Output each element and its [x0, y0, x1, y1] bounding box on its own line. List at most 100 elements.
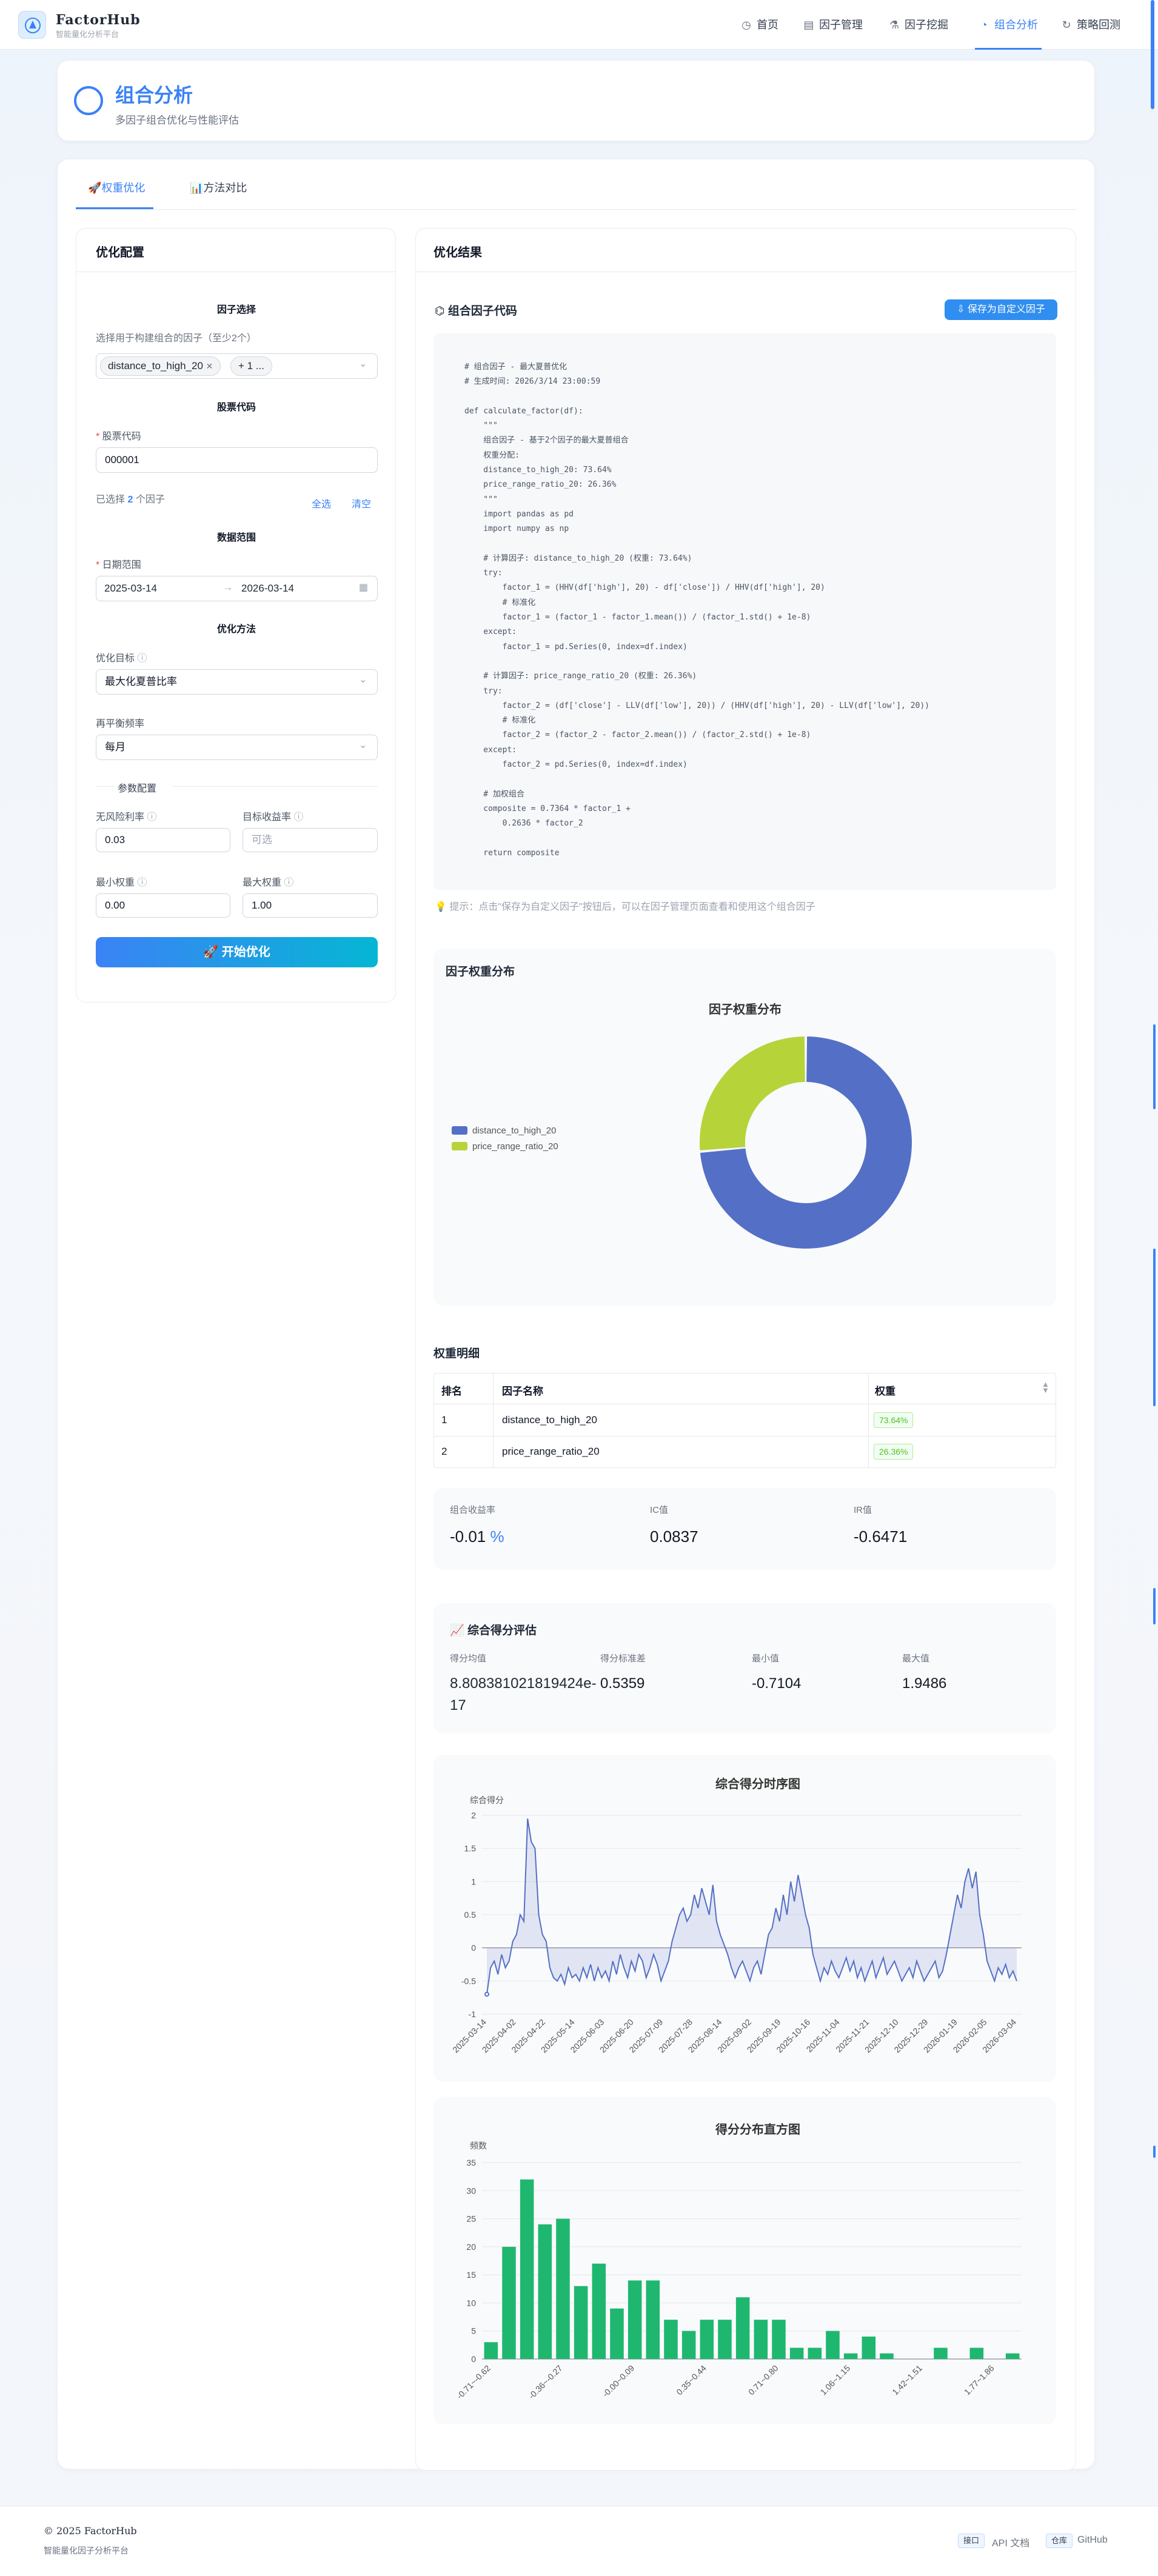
factor-more-chip[interactable]: + 1 ... [230, 356, 272, 376]
brand-name[interactable]: FactorHub [56, 12, 141, 28]
histogram-bar [681, 2331, 696, 2359]
select-all-link[interactable]: 全选 [312, 496, 331, 510]
y-axis-label: 频数 [470, 2141, 487, 2151]
score-max-label: 最大值 [902, 1653, 930, 1664]
nav-strategy-backtest[interactable]: ↻ 策略回测 [1061, 0, 1120, 50]
max-weight-input[interactable]: 1.00 [243, 893, 378, 918]
rf-label-text: 无风险利率 [96, 812, 145, 823]
max-weight-label-text: 最大权重 [243, 878, 282, 888]
calendar-icon[interactable]: ▦ [359, 581, 368, 593]
help-icon[interactable]: ⓘ [147, 812, 156, 823]
y-tick-label: 10 [466, 2298, 476, 2307]
scrollbar-thumb[interactable] [1151, 0, 1154, 109]
pie-chart: 因子权重分布 distance_to_high_20 price_range_rat… [452, 1002, 912, 1249]
score-std-value: 0.5359 [600, 1675, 645, 1692]
bulb-icon: 💡 [435, 902, 450, 912]
refresh-icon: ↻ [1062, 19, 1071, 31]
score-title: 📈 综合得分评估 [450, 1621, 537, 1638]
stock-label-text: 股票代码 [102, 432, 141, 442]
date-arrow: → [223, 582, 233, 593]
score-mean-label: 得分均值 [450, 1653, 487, 1664]
histogram-bar [880, 2353, 894, 2359]
save-icon: ⇩ [957, 304, 968, 315]
target-return-input[interactable]: 可选 [243, 828, 378, 852]
dashboard-icon: ◷ [741, 19, 751, 31]
y-tick-label: 5 [471, 2326, 476, 2336]
nav-factor-mining-label: 因子挖掘 [905, 19, 948, 31]
nav-home-label: 首页 [757, 19, 778, 31]
stock-code-input[interactable]: 000001 [96, 447, 378, 473]
results-title: 优化结果 [433, 246, 482, 259]
tab-weight-optimization[interactable]: 🚀权重优化 [88, 179, 145, 195]
date-label: * 日期范围 [96, 560, 141, 570]
chevron-down-icon[interactable]: ⌄ [359, 673, 367, 686]
chevron-down-icon[interactable]: ⌄ [359, 358, 367, 370]
pie-title: 因子权重分布 [709, 1002, 781, 1016]
histogram-bar [862, 2336, 876, 2359]
tab-divider [76, 209, 1076, 210]
chevron-down-icon[interactable]: ⌄ [359, 739, 367, 751]
metrics-card [433, 1488, 1056, 1570]
nav-factor-management[interactable]: ▤ 因子管理 [803, 0, 863, 50]
nav-home[interactable]: ◷ 首页 [741, 0, 778, 50]
metric-ir-value: -0.6471 [854, 1527, 908, 1546]
brand-subtitle: 智能量化分析平台 [56, 30, 119, 39]
histogram-bar [754, 2320, 768, 2359]
config-title: 优化配置 [96, 246, 144, 259]
date-end[interactable]: 2026-03-14 [241, 582, 294, 595]
factor-chip[interactable]: distance_to_high_20 ✕ [100, 356, 221, 376]
tab-method-compare[interactable]: 📊方法对比 [190, 179, 247, 195]
logo-icon[interactable] [18, 11, 46, 39]
sort-icon[interactable]: ▲ ▼ [1042, 1380, 1049, 1394]
metric-ic-label: IC值 [650, 1505, 669, 1515]
nav-factor-mining[interactable]: ⚗ 因子挖掘 [889, 0, 948, 50]
footer-subtitle: 智能量化因子分析平台 [44, 2546, 129, 2555]
metric-return-value: -0.01 % [450, 1527, 504, 1546]
weight-detail-title: 权重明细 [433, 1347, 480, 1360]
histogram-bar [502, 2246, 516, 2359]
min-weight-input[interactable]: 0.00 [96, 893, 230, 918]
pie-chart-icon [74, 86, 103, 115]
scroll-marker [1153, 1024, 1156, 1109]
y-tick-label: 0.5 [464, 1910, 477, 1920]
target-return-label-text: 目标收益率 [243, 812, 292, 823]
metric-return-number: -0.01 [450, 1527, 486, 1546]
histogram-bar [520, 2179, 534, 2359]
rebalance-select[interactable]: 每月 [96, 735, 378, 760]
y-tick-label: 2 [471, 1810, 476, 1820]
th-weight[interactable]: 权重 [875, 1383, 895, 1398]
x-tick-label: 0.71~0.80 [746, 2363, 780, 2397]
page-subtitle: 多因子组合优化与性能评估 [115, 115, 239, 126]
histogram-bar [610, 2308, 624, 2359]
divider [868, 1373, 869, 1467]
y-tick-label: -0.5 [461, 1976, 476, 1986]
th-rank: 排名 [441, 1386, 462, 1397]
score-min-label: 最小值 [752, 1653, 780, 1664]
legend-swatch [452, 1142, 467, 1150]
target-select[interactable]: 最大化夏普比率 [96, 669, 378, 695]
y-tick-label: 0 [471, 2354, 476, 2364]
help-icon[interactable]: ⓘ [137, 878, 147, 888]
date-start[interactable]: 2025-03-14 [104, 582, 157, 595]
code-text[interactable]: # 组合因子 - 最大夏普优化 # 生成时间: 2026/3/14 23:00:… [464, 360, 929, 861]
x-tick-label: 1.77~1.86 [962, 2363, 996, 2397]
close-icon[interactable]: ✕ [206, 361, 213, 371]
nav-strategy-backtest-label: 策略回测 [1077, 19, 1120, 31]
histogram-bar [934, 2347, 948, 2359]
github-link[interactable]: GitHub [1077, 2535, 1108, 2546]
rf-input[interactable]: 0.03 [96, 828, 230, 852]
help-icon[interactable]: ⓘ [293, 812, 303, 823]
help-icon[interactable]: ⓘ [137, 653, 147, 664]
help-icon[interactable]: ⓘ [284, 878, 293, 888]
api-docs-link[interactable]: API 文档 [992, 2535, 1029, 2549]
save-custom-factor-button[interactable]: ⇩ 保存为自定义因子 [945, 299, 1057, 320]
start-optimize-button[interactable]: 🚀 开始优化 [96, 937, 378, 967]
scroll-marker [1153, 1249, 1156, 1406]
nav-portfolio-analysis[interactable]: ◔ 组合分析 [975, 0, 1042, 50]
clear-link[interactable]: 清空 [352, 496, 371, 510]
histogram-bar [574, 2286, 588, 2359]
divider [96, 786, 114, 787]
score-min-value: -0.7104 [752, 1675, 802, 1692]
factor-chip-label: distance_to_high_20 [108, 360, 203, 372]
document-icon: ▤ [803, 19, 814, 31]
